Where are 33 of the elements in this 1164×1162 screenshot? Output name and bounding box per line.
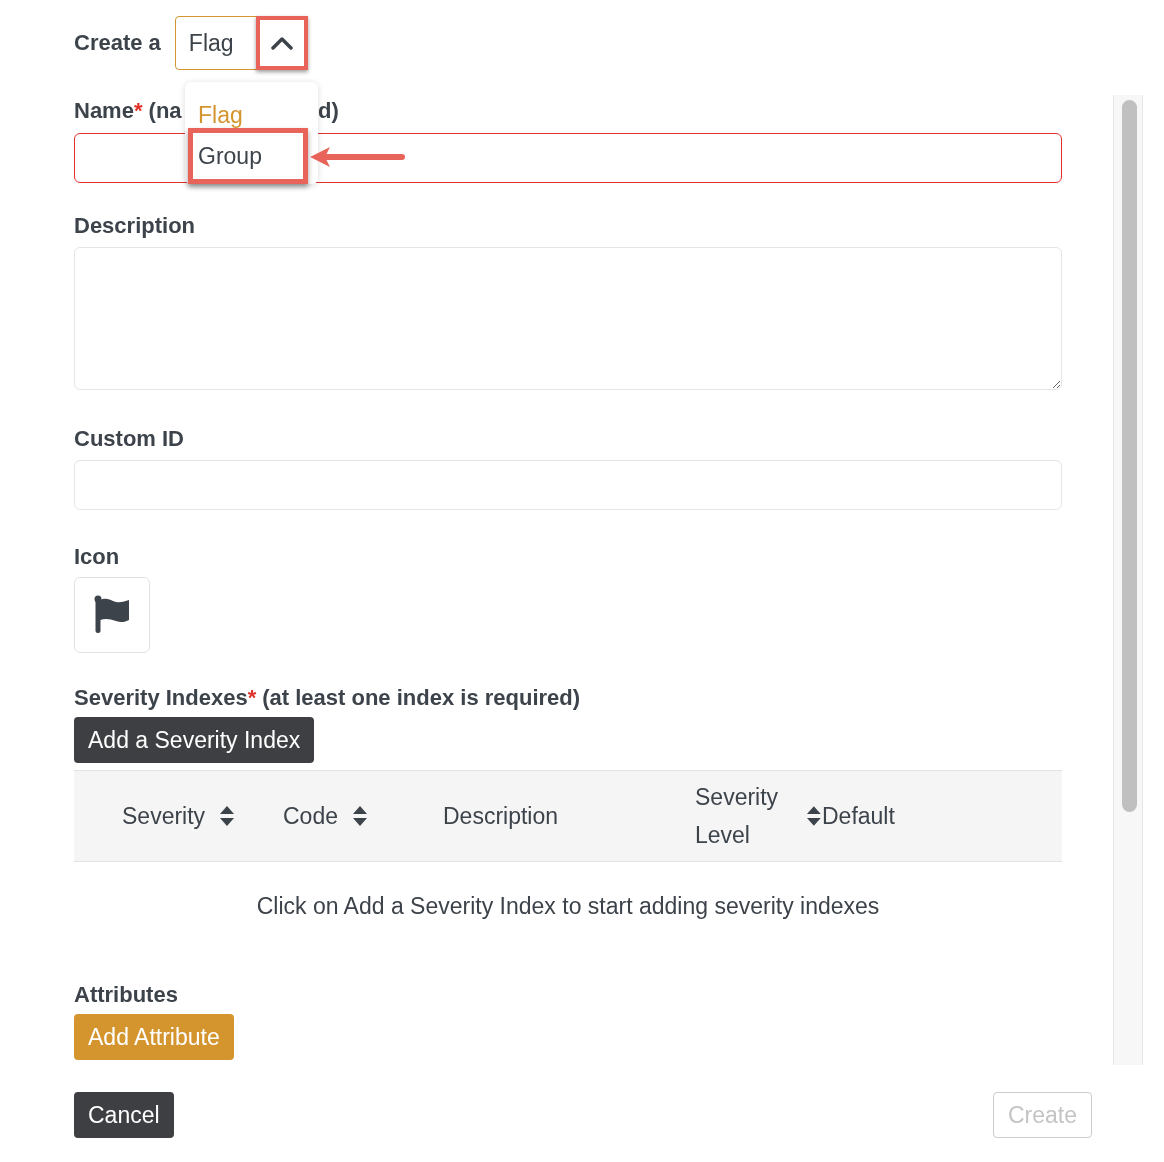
description-field[interactable] — [74, 247, 1062, 390]
severity-label: Severity Indexes — [74, 685, 248, 710]
add-severity-button[interactable]: Add a Severity Index — [74, 717, 315, 763]
column-header[interactable]: Severity — [122, 802, 206, 830]
column-header[interactable]: Default — [822, 802, 895, 830]
sort-icon[interactable] — [352, 805, 368, 827]
create-label: Create a — [74, 30, 161, 56]
scrollbar-thumb[interactable] — [1122, 100, 1137, 812]
empty-message: Click on Add a Severity Index to start adding severity indexes — [256, 893, 880, 919]
required-mark: * — [133, 98, 143, 123]
description-label: Description — [74, 213, 197, 239]
sort-icon[interactable] — [219, 805, 236, 827]
column-header[interactable]: Description — [443, 802, 559, 830]
column-header[interactable]: Severity Level — [695, 778, 789, 854]
dropdown-option[interactable]: Group — [188, 128, 308, 184]
name-label: Name — [74, 98, 134, 123]
cancel-button[interactable]: Cancel — [74, 1092, 174, 1138]
custom-id-label: Custom ID — [74, 426, 185, 452]
type-select[interactable]: Flag — [174, 16, 308, 70]
icon-picker[interactable] — [74, 577, 150, 653]
severity-hint: (at least one index is required) — [262, 685, 581, 711]
sort-icon[interactable] — [806, 805, 822, 827]
attributes-label: Attributes — [74, 982, 179, 1008]
custom-id-field[interactable] — [74, 460, 1062, 510]
flag-icon — [92, 595, 132, 635]
column-header[interactable]: Code — [283, 802, 338, 830]
name-hint: (na — [148, 98, 182, 123]
chevron-button[interactable] — [255, 16, 308, 70]
name-hint: d) — [318, 98, 340, 124]
icon-label: Icon — [74, 544, 121, 570]
required-mark: * — [247, 685, 257, 710]
scrollbar[interactable] — [1113, 95, 1143, 1065]
chevron-up-icon — [270, 36, 293, 50]
